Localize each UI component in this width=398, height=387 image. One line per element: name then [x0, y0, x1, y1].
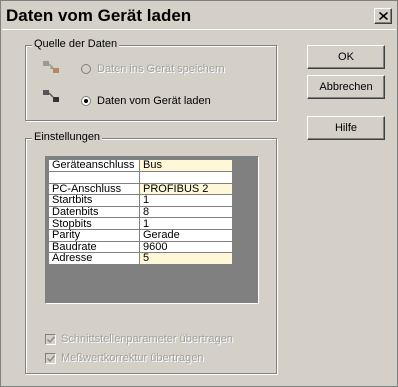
checkbox-measurement-correction[interactable]: Meßwertkorrektur übertragen: [45, 352, 203, 364]
table-row[interactable]: Geräteanschluss Bus: [48, 159, 233, 172]
table-row[interactable]: Parity Gerade: [48, 228, 233, 242]
checkbox-interface-params-label: Schnittstellenparameter übertragen: [61, 333, 233, 345]
row-key: Startbits: [48, 194, 140, 207]
row-key: Baudrate: [48, 240, 140, 254]
source-groupbox: Quelle der Daten: [25, 38, 277, 121]
radio-label-load: Daten vom Gerät laden: [97, 95, 211, 107]
ok-button[interactable]: OK: [307, 45, 385, 69]
radio-label-save: Daten ins Gerät speichern: [97, 63, 225, 75]
checkbox-measurement-correction-label: Meßwertkorrektur übertragen: [61, 352, 204, 364]
row-key: PC-Anschluss: [48, 182, 140, 196]
close-button[interactable]: [374, 8, 392, 24]
cancel-button[interactable]: Abbrechen: [307, 75, 385, 99]
table-row[interactable]: Startbits 1: [48, 194, 233, 207]
row-value[interactable]: Bus: [139, 159, 233, 172]
row-key: Geräteanschluss: [48, 159, 140, 172]
settings-grid: Geräteanschluss Bus PC-Anschluss PROFIBU…: [45, 156, 259, 304]
row-value[interactable]: Gerade: [139, 228, 233, 242]
row-value: [139, 170, 233, 184]
table-row[interactable]: Baudrate 9600: [48, 240, 233, 254]
dialog-window: Daten vom Gerät laden Quelle der Daten D…: [0, 0, 398, 387]
help-button[interactable]: Hilfe: [307, 116, 385, 140]
checkbox-measurement-correction-box[interactable]: [45, 352, 56, 364]
table-row: [48, 170, 233, 184]
row-value[interactable]: 9600: [139, 240, 233, 254]
row-value[interactable]: 1: [139, 194, 233, 207]
row-value[interactable]: 5: [139, 252, 233, 265]
source-group-legend: Quelle der Daten: [32, 38, 120, 50]
row-key: Stopbits: [48, 217, 140, 230]
upload-to-device-icon: [43, 61, 59, 73]
checkmark-icon: [46, 354, 55, 362]
table-row[interactable]: Datenbits 8: [48, 205, 233, 219]
checkbox-interface-params[interactable]: Schnittstellenparameter übertragen: [45, 333, 233, 345]
download-from-device-icon: [43, 90, 59, 102]
radio-load-from-device[interactable]: Daten vom Gerät laden: [81, 95, 211, 107]
row-value[interactable]: PROFIBUS 2: [139, 182, 233, 196]
window-title: Daten vom Gerät laden: [6, 6, 192, 25]
radio-save-to-device[interactable]: Daten ins Gerät speichern: [81, 63, 225, 75]
row-value[interactable]: 1: [139, 217, 233, 230]
radio-button-load[interactable]: [81, 96, 91, 106]
settings-group-legend: Einstellungen: [32, 131, 103, 143]
table-row[interactable]: Stopbits 1: [48, 217, 233, 230]
table-row[interactable]: Adresse 5: [48, 252, 233, 265]
title-bar[interactable]: Daten vom Gerät laden: [2, 2, 396, 30]
checkmark-icon: [46, 335, 55, 343]
settings-table: Geräteanschluss Bus PC-Anschluss PROFIBU…: [48, 159, 233, 265]
close-icon: [378, 12, 388, 20]
checkbox-interface-params-box[interactable]: [45, 333, 56, 345]
row-key: Parity: [48, 228, 140, 242]
row-key: Datenbits: [48, 205, 140, 219]
row-key: Adresse: [48, 252, 140, 265]
row-value[interactable]: 8: [139, 205, 233, 219]
row-key: [48, 170, 140, 184]
radio-button-save[interactable]: [81, 64, 91, 74]
table-row[interactable]: PC-Anschluss PROFIBUS 2: [48, 182, 233, 196]
